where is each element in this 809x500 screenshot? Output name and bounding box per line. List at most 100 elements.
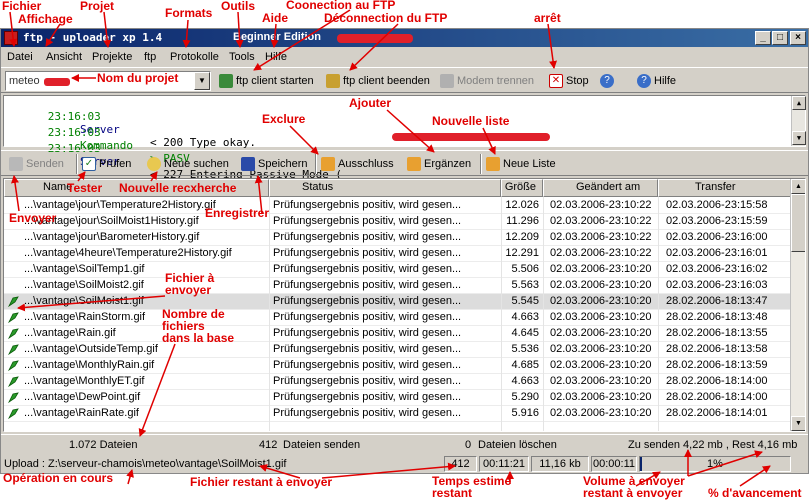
cell-status: Prüfungsergebnis positiv, wird gesen... — [273, 279, 462, 291]
log-line: 23:16:03 Server < 200 Type okay. — [8, 97, 256, 149]
minimize-button[interactable]: _ — [755, 31, 771, 45]
scroll-down-icon[interactable]: ▼ — [792, 131, 806, 145]
scroll-up-icon[interactable]: ▲ — [791, 179, 805, 194]
scroll-down-icon[interactable]: ▼ — [791, 416, 805, 431]
annotation-arret: arrêt — [534, 11, 561, 25]
menu-ansicht[interactable]: Ansicht — [46, 51, 82, 63]
log-line: 23:16:03 Kommando > PASV — [8, 113, 190, 165]
cell-name: ...\vantage\OutsideTemp.gif — [24, 343, 158, 355]
menu-tools[interactable]: Tools — [229, 51, 255, 63]
help-question-icon: ? — [600, 74, 614, 88]
new-list-label: Neue Liste — [503, 158, 556, 170]
table-scrollbar[interactable]: ▲ ▼ — [790, 179, 805, 431]
table-row[interactable]: ...\vantage\DewPoint.gif Prüfungsergebnis… — [4, 390, 791, 406]
menu-hilfe[interactable]: Hilfe — [265, 51, 287, 63]
cell-changed: 02.03.2006-23:10:20 — [550, 343, 652, 355]
menu-datei[interactable]: Datei — [7, 51, 33, 63]
annotation-deconnexion: Déconnection du FTP — [324, 11, 448, 25]
cell-status: Prüfungsergebnis positiv, wird gesen... — [273, 263, 462, 275]
cell-transfer: 02.03.2006-23:16:02 — [666, 263, 768, 275]
transfer-ok-icon — [7, 312, 19, 324]
table-row[interactable]: ...\vantage\jour\SoilMoist1History.gif Pr… — [4, 214, 791, 230]
table-row[interactable]: ...\vantage\MonthlyET.gif Prüfungsergebni… — [4, 374, 791, 390]
column-divider — [501, 197, 502, 431]
cell-size: 5.506 — [511, 263, 539, 275]
cell-name: ...\vantage\MonthlyET.gif — [24, 375, 145, 387]
modem-disconnect-button[interactable]: Modem trennen — [440, 71, 534, 91]
table-row[interactable]: ...\vantage\MonthlyRain.gif Prüfungsergeb… — [4, 358, 791, 374]
cell-status: Prüfungsergebnis positiv, wird gesen... — [273, 215, 462, 227]
cell-size: 5.545 — [511, 295, 539, 307]
ftp-start-button[interactable]: ftp client starten — [219, 71, 314, 91]
send-count-label: Dateien senden — [283, 439, 361, 451]
scroll-thumb[interactable] — [791, 194, 805, 252]
cell-status: Prüfungsergebnis positiv, wird gesen... — [273, 311, 462, 323]
cell-changed: 02.03.2006-23:10:20 — [550, 295, 652, 307]
annotation-ajouter: Ajouter — [349, 96, 391, 110]
column-header-transfer[interactable]: Transfer — [658, 179, 791, 197]
ftp-stop-button[interactable]: ftp client beenden — [326, 71, 430, 91]
cell-size: 4.663 — [511, 311, 539, 323]
column-header-size[interactable]: Größe — [501, 179, 543, 197]
cell-changed: 02.03.2006-23:10:20 — [550, 391, 652, 403]
cell-size: 4.685 — [511, 359, 539, 371]
table-row[interactable]: ...\vantage\Rain.gif Prüfungsergebnis pos… — [4, 326, 791, 342]
cell-name: ...\vantage\RainRate.gif — [24, 407, 139, 419]
column-divider — [658, 197, 659, 431]
menu-projekte[interactable]: Projekte — [92, 51, 132, 63]
send-button[interactable]: Senden — [9, 154, 64, 174]
column-header-changed[interactable]: Geändert am — [543, 179, 658, 197]
stop-button[interactable]: ✕ Stop — [549, 71, 589, 91]
close-button[interactable]: × — [790, 31, 806, 45]
column-header-status[interactable]: Status — [269, 179, 501, 197]
delete-count: 0 — [465, 439, 472, 451]
volume-text: Zu senden 4,22 mb , Rest 4,16 mb — [628, 439, 798, 451]
title-bar[interactable]: ftp - uploader xp 1.4 Beginner Edition _… — [1, 29, 808, 47]
file-count: 1.072 Dateien — [69, 439, 138, 451]
add-button[interactable]: Ergänzen — [407, 154, 471, 174]
maximize-button[interactable]: □ — [772, 31, 788, 45]
ftp-stop-label: ftp client beenden — [343, 75, 430, 87]
cell-name: ...\vantage\4heure\Temperature2History.g… — [24, 247, 232, 259]
annotation-fichier-restant: Fichier restant à envoyer — [190, 475, 333, 489]
help-button[interactable]: ? Hilfe — [637, 71, 676, 91]
redacted-mark — [44, 78, 70, 86]
status-bar: Upload : Z:\serveur-chamois\meteo\vantag… — [1, 455, 808, 473]
menu-ftp[interactable]: ftp — [144, 51, 156, 63]
new-list-button[interactable]: Neue Liste — [486, 154, 556, 174]
table-row[interactable]: ...\vantage\4heure\Temperature2History.g… — [4, 246, 791, 262]
save-button[interactable]: Speichern — [241, 154, 308, 174]
scroll-up-icon[interactable]: ▲ — [792, 96, 806, 110]
annotation-projet: Projet — [80, 0, 115, 13]
table-row[interactable]: ...\vantage\SoilMoist1.gif Prüfungsergebn… — [4, 294, 791, 310]
table-row[interactable]: ...\vantage\RainStorm.gif Prüfungsergebni… — [4, 310, 791, 326]
annotation-nombre-fichiers: Nombre de fichiers dans la base — [162, 307, 235, 345]
log-scrollbar[interactable]: ▲ ▼ — [791, 96, 806, 146]
app-icon[interactable] — [4, 31, 18, 45]
cell-status: Prüfungsergebnis positiv, wird gesen... — [273, 295, 462, 307]
exclude-button[interactable]: Ausschluss — [321, 154, 394, 174]
log-panel[interactable]: 23:16:03 Server < 200 Type okay. 23:16:0… — [3, 95, 806, 181]
progress-bar: 1% — [639, 456, 791, 472]
annotation-envoyer: Envoyer — [9, 211, 57, 225]
log-message: < 200 Type okay. — [150, 136, 256, 149]
cell-transfer: 02.03.2006-23:15:58 — [666, 199, 768, 211]
help-question-button[interactable]: ? — [600, 71, 614, 91]
transfer-ok-icon — [7, 408, 19, 420]
table-row[interactable]: ...\vantage\jour\BarometerHistory.gif Prü… — [4, 230, 791, 246]
new-search-button[interactable]: Neue suchen — [147, 154, 229, 174]
chevron-down-icon[interactable]: ▼ — [194, 72, 210, 90]
exclude-label: Ausschluss — [338, 158, 394, 170]
table-row[interactable]: ...\vantage\OutsideTemp.gif Prüfungsergeb… — [4, 342, 791, 358]
table-row[interactable]: ...\vantage\RainRate.gif Prüfungsergebnis… — [4, 406, 791, 422]
new-search-label: Neue suchen — [164, 158, 229, 170]
table-row[interactable]: ...\vantage\SoilMoist2.gif Prüfungsergebn… — [4, 278, 791, 294]
menu-protokolle[interactable]: Protokolle — [170, 51, 219, 63]
table-row[interactable]: ...\vantage\SoilTemp1.gif Prüfungsergebni… — [4, 262, 791, 278]
file-table: Name Status Größe Geändert am Transfer .… — [3, 178, 806, 432]
annotation-affichage: Affichage — [18, 12, 73, 26]
cell-size: 4.645 — [511, 327, 539, 339]
column-divider — [543, 197, 544, 431]
table-row[interactable]: ...\vantage\jour\Temperature2History.gif… — [4, 198, 791, 214]
check-button[interactable]: ✓ Prüfen — [82, 154, 131, 174]
